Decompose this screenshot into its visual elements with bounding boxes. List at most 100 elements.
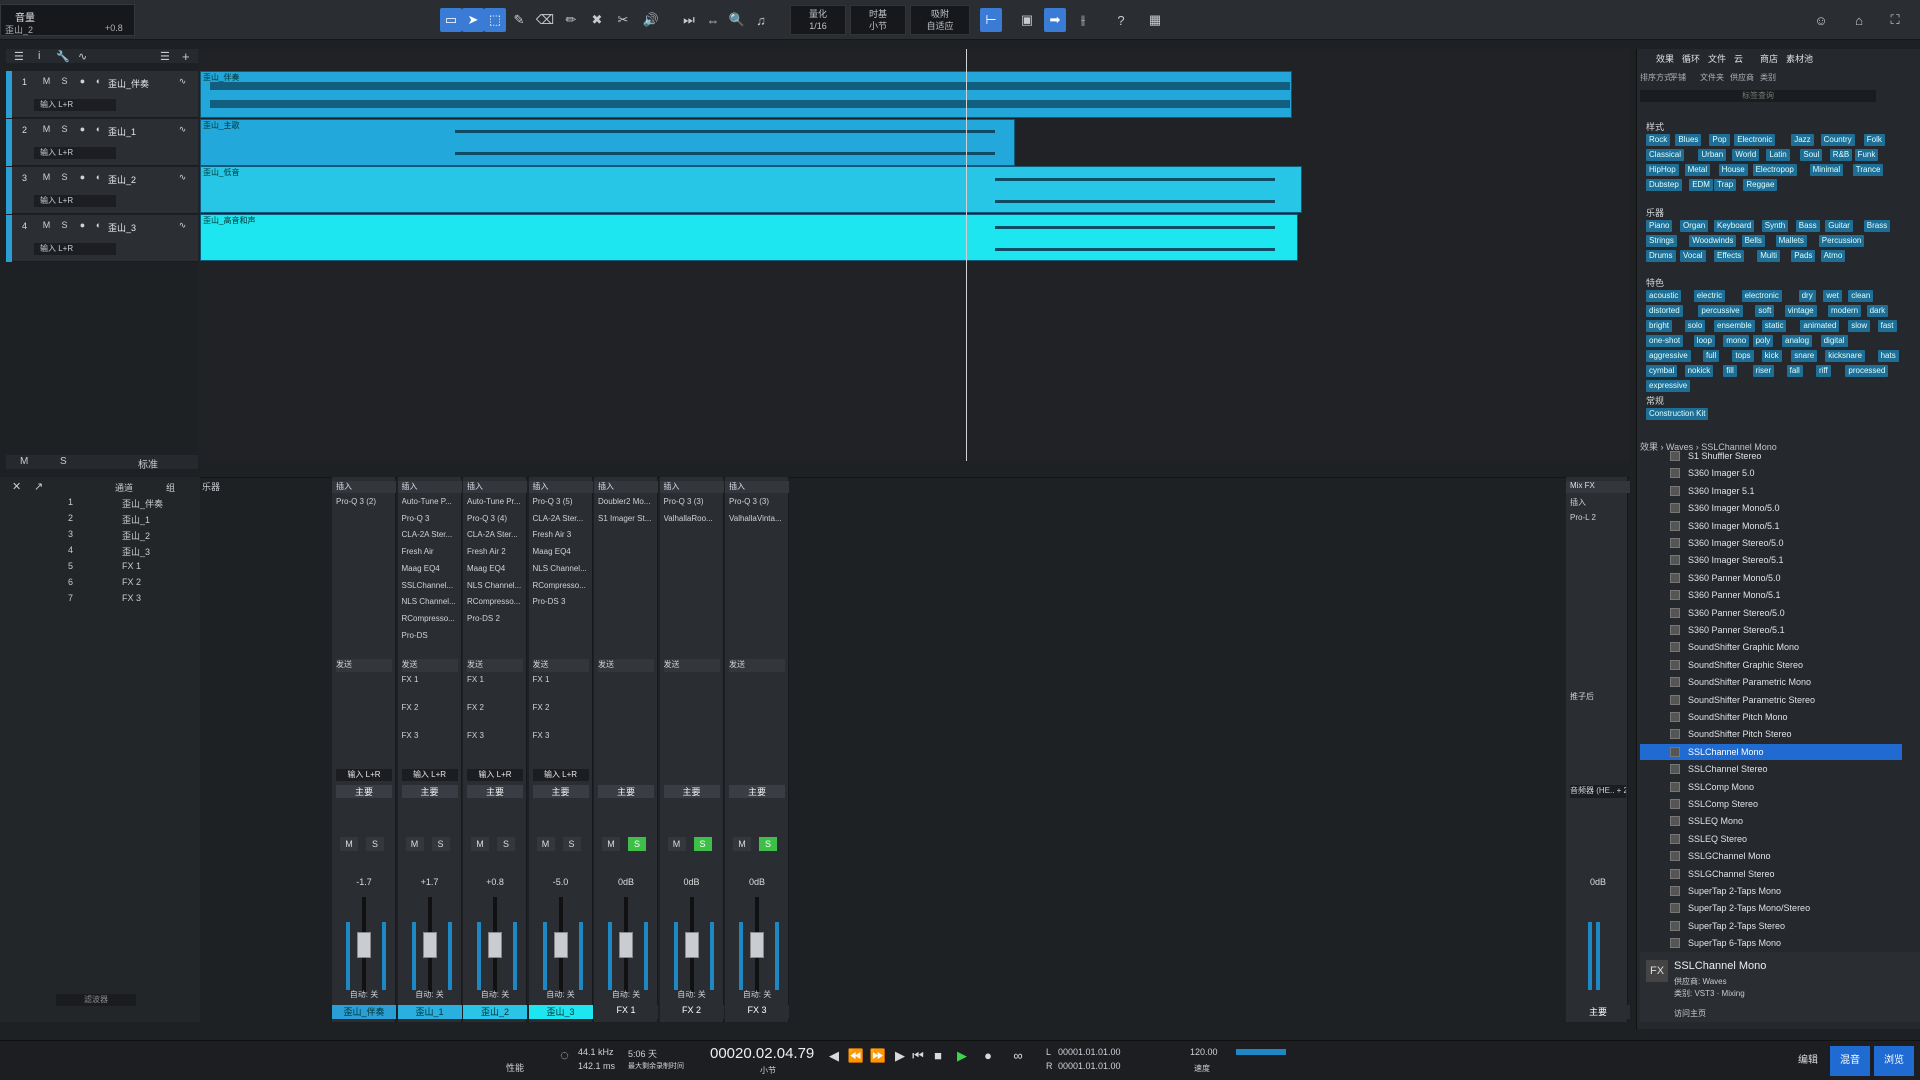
tempo-value[interactable]: 120.00 [1190,1047,1218,1057]
tag-chip[interactable]: Trance [1852,164,1884,176]
tag-chip[interactable]: solo [1684,320,1706,332]
mute-button[interactable]: M [536,837,555,851]
tag-chip[interactable]: Jazz [1791,134,1814,146]
tag-chip[interactable]: Bass [1795,220,1820,232]
insert-slot[interactable]: Auto-Tune Pr... [467,497,523,510]
clip-high-harmony[interactable]: 歪山_高音和声 [200,214,1298,261]
time-display[interactable]: 00020.02.04.79 [710,1045,814,1062]
rewind-start-icon[interactable]: ◀ [824,1046,844,1066]
plugin-list-item[interactable]: SuperTap 2-Taps Mono/Stereo [1640,900,1902,916]
solo-button[interactable]: S [58,172,71,184]
tag-chip[interactable]: Reggae [1743,179,1778,191]
browser-sort-option[interactable]: 供应商 [1730,72,1754,83]
tag-chip[interactable]: cymbal [1646,365,1678,377]
tag-chip[interactable]: Vocal [1680,250,1706,262]
track-input[interactable]: 输入 L+R [34,147,116,159]
automation-mode[interactable]: 自动: 关 [467,989,523,1002]
inspector-icon[interactable]: i [38,50,40,62]
plugin-list-item[interactable]: S360 Panner Stereo/5.0 [1640,605,1902,621]
tag-chip[interactable]: Woodwinds [1689,235,1737,247]
monitor-button[interactable]: ◐ [92,76,105,88]
send-slot[interactable]: FX 3 [533,731,589,744]
tag-chip[interactable]: Soul [1800,149,1823,161]
channel-output[interactable]: 主要 [663,785,720,798]
tab-mix[interactable]: 混音 [1830,1046,1870,1076]
tag-chip[interactable]: Country [1820,134,1855,146]
tag-chip[interactable]: dry [1798,290,1816,302]
solo-button[interactable]: S [562,837,581,851]
play-from-icon[interactable]: ⏭ [678,8,700,32]
tag-chip[interactable]: Folk [1863,134,1885,146]
menu-icon[interactable]: ☰ [14,50,24,63]
tag-chip[interactable]: digital [1820,335,1848,347]
snap-box[interactable]: 吸附 自适应 [910,5,970,35]
channel-input[interactable]: 输入 L+R [401,769,458,781]
cpu-icon[interactable]: ◌ [560,1047,569,1064]
solo-button[interactable]: S [58,76,71,88]
playhead[interactable] [966,49,967,461]
plugin-list-item[interactable]: SSLEQ Mono [1640,813,1902,829]
metronome-icon[interactable]: ♫ [750,8,772,32]
plugin-list-item[interactable]: S360 Panner Mono/5.1 [1640,587,1902,603]
insert-slot[interactable]: SSLChannel... [402,581,458,594]
insert-slot[interactable]: Pro-L 2 [1570,513,1626,526]
tag-chip[interactable]: soft [1755,305,1775,317]
insert-slot[interactable]: ValhallaVinta... [729,514,785,527]
mixer-list-row[interactable]: 5 FX 1 [60,561,196,575]
solo-button[interactable]: S [759,837,777,851]
autoscroll-icon[interactable]: ➡ [1044,8,1066,32]
tag-chip[interactable]: distorted [1646,305,1683,317]
video-icon[interactable]: ▦ [1144,8,1166,32]
filter-field[interactable]: 滤波器 [56,994,136,1006]
clip-accompaniment[interactable]: 歪山_伴奏 [200,71,1292,118]
mute-button[interactable]: M [40,124,53,136]
record-arm-button[interactable]: ● [76,76,89,88]
play-icon[interactable]: ▶ [952,1046,972,1066]
channel-name[interactable]: FX 2 [659,1005,724,1019]
tag-chip[interactable]: expressive [1646,380,1691,392]
loop-range-icon[interactable]: ⇔ [702,8,724,32]
tag-chip[interactable]: percussive [1698,305,1743,317]
insert-header[interactable]: 插入 [528,481,593,493]
mixer-list-row[interactable]: 7 FX 3 [60,593,196,607]
close-icon[interactable]: ✕ [12,480,21,493]
insert-slot[interactable]: RCompresso... [467,597,523,610]
waveform-icon[interactable]: ∿ [176,124,189,136]
mixer-list-row[interactable]: 4 歪山_3 [60,545,196,559]
plugin-list-item[interactable]: SSLChannel Mono [1640,743,1902,760]
mixer-list-row[interactable]: 2 歪山_1 [60,513,196,527]
split-at-cursor-icon[interactable]: ⫲ [1072,8,1094,32]
tag-chip[interactable]: aggressive [1646,350,1691,362]
tag-chip[interactable]: electronic [1741,290,1782,302]
insert-slot[interactable]: Pro-DS [402,631,458,644]
send-slot[interactable]: FX 1 [533,675,589,688]
plugin-list-item[interactable]: SSLEQ Stereo [1640,831,1902,847]
mute-button[interactable]: M [405,837,424,851]
mixer-list-row[interactable]: 6 FX 2 [60,577,196,591]
monitor-button[interactable]: ◐ [92,172,105,184]
plugin-list-item[interactable]: SuperTap 6-Taps Mono [1640,935,1902,951]
channel-input[interactable]: 输入 L+R [467,769,523,781]
tab-browse[interactable]: 浏览 [1874,1046,1914,1076]
waveform-icon[interactable]: ∿ [176,220,189,232]
sample-rate[interactable]: 44.1 kHz [578,1047,614,1057]
fader-cap[interactable] [553,932,568,958]
plugin-list-item[interactable]: S360 Imager Mono/5.0 [1640,500,1902,516]
mute-button[interactable]: M [602,837,620,851]
clip-verse[interactable]: 歪山_主歌 [200,119,1015,166]
main-input[interactable]: 音频器 (HE.. + 2 [1570,785,1626,798]
send-header[interactable]: 发送 [598,659,654,672]
tag-chip[interactable]: Keyboard [1714,220,1755,232]
plugin-list-item[interactable]: SoundShifter Parametric Mono [1640,674,1902,690]
tag-chip[interactable]: acoustic [1646,290,1682,302]
fader-cap[interactable] [750,932,764,958]
plugin-list-item[interactable]: S1 Shuffler Stereo [1640,448,1902,464]
fader-cap[interactable] [619,932,633,958]
insert-slot[interactable]: Maag EQ4 [467,564,523,577]
insert-slot[interactable]: CLA-2A Ster... [533,514,589,527]
tag-chip[interactable]: Multi [1757,250,1781,262]
record-arm-button[interactable]: ● [76,124,89,136]
tag-chip[interactable]: Percussion [1818,235,1865,247]
channel-input[interactable]: 输入 L+R [336,769,392,781]
master-volume-bar[interactable] [1236,1049,1286,1055]
